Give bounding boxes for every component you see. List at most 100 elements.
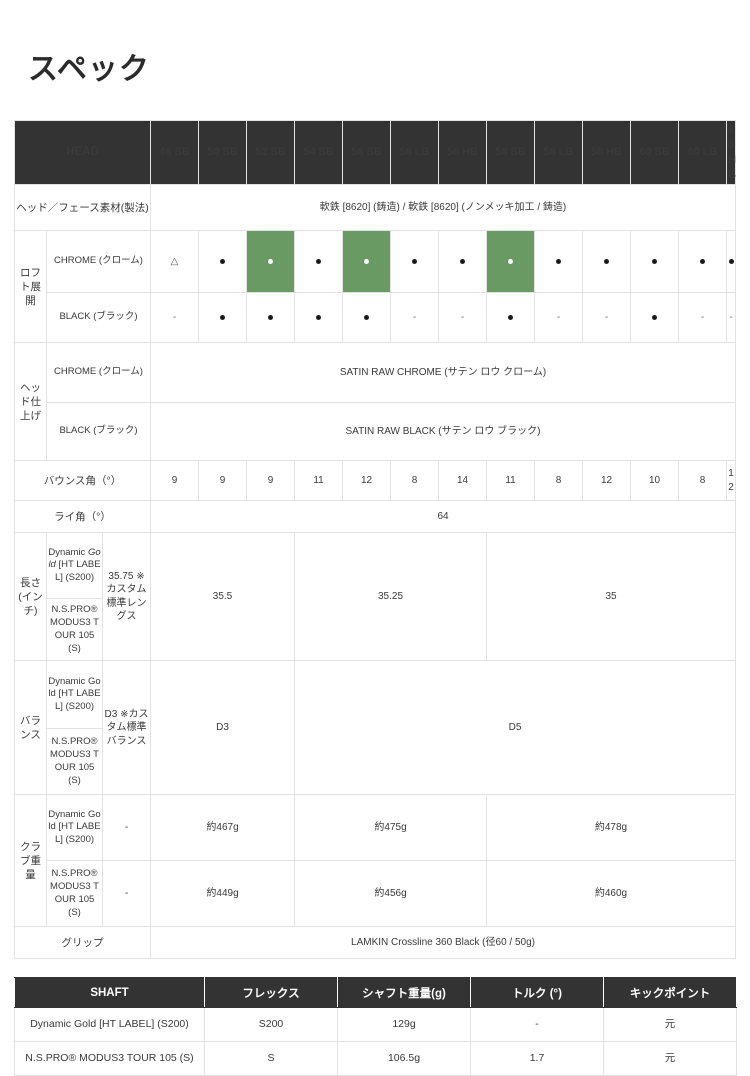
header-col-5: 56 LB xyxy=(390,119,440,186)
label-length: 長さ (インチ) xyxy=(14,532,47,662)
dot-icon xyxy=(364,315,370,321)
header-col-10: 60 SB xyxy=(630,119,680,186)
shaft-row-1-torque: 1.7 xyxy=(470,1041,604,1076)
bounce-cell-7: 11 xyxy=(486,460,536,502)
loft-chrome-cell-10 xyxy=(630,230,680,294)
dash-mark: - xyxy=(556,312,561,324)
bounce-cell-2: 9 xyxy=(246,460,296,502)
header-col-7: 58 SB xyxy=(486,119,536,186)
spec-table-header: HEAD 46 SB 50 SB 52 SB 54 SB 56 SB 56 LB… xyxy=(13,119,736,186)
value-material: 軟鉄 [8620] (鋳造) / 軟鉄 [8620] (ノンメッキ加工 / 鋳造… xyxy=(150,184,736,232)
header-col-1: 50 SB xyxy=(198,119,248,186)
loft-chrome-cell-2 xyxy=(246,230,296,294)
value-finish-chrome: SATIN RAW CHROME (サテン ロウ クローム) xyxy=(150,342,736,404)
row-weight-dg: クラブ重量 Dynamic Gold [HT LABEL] (S200) - 約… xyxy=(14,794,736,928)
loft-black-cell-8: - xyxy=(534,292,584,344)
label-weight-shaft-dg: Dynamic Gold [HT LABEL] (S200) xyxy=(46,794,103,862)
loft-black-cell-0: - xyxy=(150,292,200,344)
dot-icon xyxy=(652,259,658,265)
shaft-row-1-flex: S xyxy=(204,1041,338,1076)
bounce-cell-6: 14 xyxy=(438,460,488,502)
label-balance: バランス xyxy=(14,660,47,796)
loft-black-cell-10 xyxy=(630,292,680,344)
dot-icon xyxy=(220,315,226,321)
weight-modus-0: - xyxy=(101,860,152,928)
loft-chrome-cell-6 xyxy=(438,230,488,294)
spec-table-container: HEAD 46 SB 50 SB 52 SB 54 SB 56 SB 56 LB… xyxy=(0,88,750,960)
header-col-12: 60 HB xyxy=(726,119,736,186)
row-finish-chrome: ヘッド仕上げ CHROME (クローム) SATIN RAW CHROME (サ… xyxy=(14,342,736,462)
loft-chrome-cell-3 xyxy=(294,230,344,294)
row-lie: ライ角（°） 64 xyxy=(13,500,736,534)
length-group-1: 35.25 xyxy=(294,532,488,662)
bounce-cell-5: 8 xyxy=(390,460,440,502)
label-weight: クラブ重量 xyxy=(14,794,47,928)
spec-table-body: ヘッド／フェース素材(製法) 軟鉄 [8620] (鋳造) / 軟鉄 [8620… xyxy=(13,184,736,960)
bounce-cell-10: 10 xyxy=(630,460,680,502)
length-group-0: 35.5 xyxy=(150,532,296,662)
bounce-cell-9: 12 xyxy=(582,460,632,502)
row-material: ヘッド／フェース素材(製法) 軟鉄 [8620] (鋳造) / 軟鉄 [8620… xyxy=(13,184,736,232)
table-row: N.S.PRO® MODUS3 TOUR 105 (S) S 106.5g 1.… xyxy=(14,1041,737,1076)
label-grip: グリップ xyxy=(13,926,152,960)
loft-black-cell-6: - xyxy=(438,292,488,344)
dash-mark: - xyxy=(729,312,733,324)
bounce-cell-8: 8 xyxy=(534,460,584,502)
shaft-header-1: フレックス xyxy=(204,977,338,1009)
dot-icon xyxy=(508,259,514,265)
shaft-header-row: SHAFT フレックス シャフト重量(g) トルク (°) キックポイント xyxy=(14,977,737,1009)
bounce-cell-3: 11 xyxy=(294,460,344,502)
row-balance-dg: バランス Dynamic Gold [HT LABEL] (S200) D3 ※… xyxy=(14,660,736,796)
dot-icon xyxy=(316,315,322,321)
header-col-0: 46 SB xyxy=(150,119,200,186)
spec-table: HEAD 46 SB 50 SB 52 SB 54 SB 56 SB 56 LB… xyxy=(13,119,736,960)
length-custom: 35.75 ※カスタム標準レングス xyxy=(101,532,152,662)
label-loft-black: BLACK (ブラック) xyxy=(45,292,152,344)
loft-black-cell-3 xyxy=(294,292,344,344)
triangle-icon: △ xyxy=(170,256,179,268)
loft-black-cell-5: - xyxy=(390,292,440,344)
loft-black-cell-7 xyxy=(486,292,536,344)
dot-icon xyxy=(604,259,610,265)
loft-black-cell-9: - xyxy=(582,292,632,344)
shaft-row-0-kick: 元 xyxy=(603,1007,737,1043)
bounce-cell-4: 12 xyxy=(342,460,392,502)
dash-mark: - xyxy=(460,312,465,324)
weight-modus-1: 約449g xyxy=(150,860,296,928)
dot-icon xyxy=(364,259,370,265)
header-col-2: 52 SB xyxy=(246,119,296,186)
loft-black-cell-11: - xyxy=(678,292,728,344)
dot-icon xyxy=(316,259,322,265)
dot-icon xyxy=(220,259,226,265)
shaft-row-1-kick: 元 xyxy=(603,1041,737,1076)
loft-chrome-cell-9 xyxy=(582,230,632,294)
dot-icon xyxy=(556,259,562,265)
weight-dg-1: 約467g xyxy=(150,794,296,862)
weight-dg-2: 約475g xyxy=(294,794,488,862)
bounce-cell-1: 9 xyxy=(198,460,248,502)
value-finish-black: SATIN RAW BLACK (サテン ロウ ブラック) xyxy=(150,402,736,462)
weight-modus-2: 約456g xyxy=(294,860,488,928)
length-group-2: 35 xyxy=(486,532,736,662)
shaft-header-3: トルク (°) xyxy=(470,977,604,1009)
label-material: ヘッド／フェース素材(製法) xyxy=(13,184,152,232)
header-col-3: 54 SB xyxy=(294,119,344,186)
shaft-row-1-weight: 106.5g xyxy=(337,1041,471,1076)
balance-custom: D3 ※カスタム標準バランス xyxy=(101,660,152,796)
shaft-table: SHAFT フレックス シャフト重量(g) トルク (°) キックポイント Dy… xyxy=(14,977,737,1076)
header-col-4: 56 SB xyxy=(342,119,392,186)
row-finish-black: BLACK (ブラック) SATIN RAW BLACK (サテン ロウ ブラッ… xyxy=(15,402,736,462)
row-grip: グリップ LAMKIN Crossline 360 Black (径60 / 5… xyxy=(13,926,736,960)
loft-black-cell-4 xyxy=(342,292,392,344)
dot-icon xyxy=(412,259,418,265)
loft-chrome-cell-5 xyxy=(390,230,440,294)
header-col-6: 56 HB xyxy=(438,119,488,186)
label-loft-chrome: CHROME (クローム) xyxy=(45,230,152,294)
weight-modus-3: 約460g xyxy=(486,860,736,928)
dot-icon xyxy=(700,259,706,265)
row-loft-black: BLACK (ブラック) - - - - - - - xyxy=(15,292,736,344)
label-length-shaft-dg: Dynamic Gold [HT LABEL] (S200) xyxy=(46,532,103,600)
shaft-table-header: SHAFT フレックス シャフト重量(g) トルク (°) キックポイント xyxy=(14,977,737,1009)
shaft-name-dg-3: [HT LABEL] (S200) xyxy=(54,559,101,584)
loft-chrome-cell-0: △ xyxy=(150,230,200,294)
